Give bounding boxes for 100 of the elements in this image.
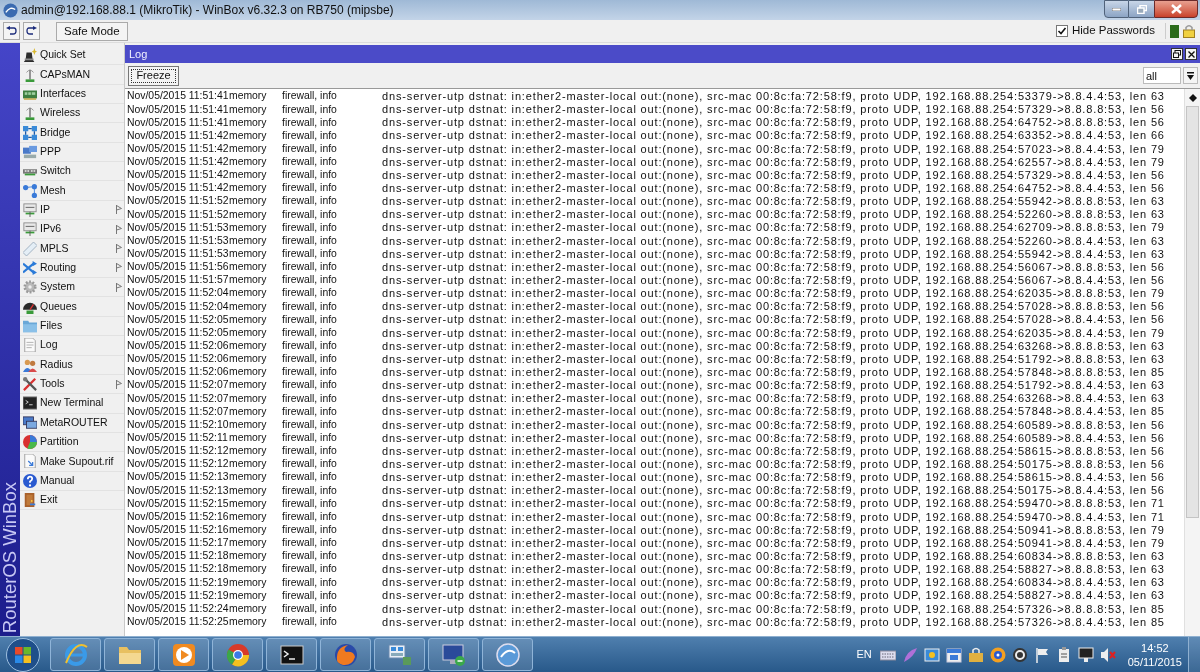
speaker-muted-icon[interactable] [1099,646,1116,663]
log-time: Nov/05/2015 11:52:06 [126,354,229,365]
menu-item[interactable]: Quick Set [20,46,124,66]
log-buffer: memory [229,314,268,326]
menu-item[interactable]: Files [20,316,124,337]
antenna-icon [23,106,37,121]
menu-item[interactable]: Bridge [20,123,124,143]
language-indicator[interactable]: EN [856,646,872,663]
menu-item[interactable]: Make Supout.rif [20,452,124,472]
log-time: Nov/05/2015 11:51:53 [126,235,229,247]
log-message: dns-server-utp dstnat: in:ether2-master-local out:(none), src-mac 00:8c:fa:72:58:f9, proto UDP, 192.168.88.254:57023->8.8.4.4:53, len 79 [382,143,1165,155]
taskbar-app-button[interactable] [320,638,371,671]
menu-item[interactable]: Wireless [20,104,124,124]
freeze-button[interactable]: Freeze [128,65,179,86]
menu-item[interactable]: PPP [20,142,124,163]
log-buffer: memory [229,603,268,615]
filter-field[interactable]: all [1143,67,1181,84]
undo-button[interactable] [3,22,20,40]
mesh-nodes-icon [23,183,37,198]
close-button[interactable] [1185,48,1197,60]
log-message: dns-server-utp dstnat: in:ether2-master-local out:(none), src-mac 00:8c:fa:72:58:f9, proto UDP, 192.168.88.254:57848->8.8.8.8:53, len 85 [382,367,1165,378]
log-message: dns-server-utp dstnat: in:ether2-master-local out:(none), src-mac 00:8c:fa:72:58:f9, proto UDP, 192.168.88.254:53379->8.8.4.4:53, len 63 [382,91,1165,103]
clock[interactable]: 14:52 05/11/2015 [1127,640,1182,669]
menu-item[interactable]: New Terminal [20,394,124,414]
padlock-folder-icon[interactable] [967,646,984,663]
log-message: dns-server-utp dstnat: in:ether2-master-local out:(none), src-mac 00:8c:fa:72:58:f9, proto UDP, 192.168.88.254:62709->8.8.8.8:53, len 79 [382,222,1165,234]
submenu-arrow-icon [116,244,122,254]
log-message: dns-server-utp dstnat: in:ether2-master-local out:(none), src-mac 00:8c:fa:72:58:f9, proto UDP, 192.168.88.254:60834->8.8.8.8:53, len 63 [382,551,1165,562]
log-message: dns-server-utp dstnat: in:ether2-master-local out:(none), src-mac 00:8c:fa:72:58:f9, proto UDP, 192.168.88.254:62035->8.8.4.4:53, len 79 [382,327,1165,339]
menu-item[interactable]: CAPsMAN [20,65,124,85]
taskbar-app-button[interactable] [266,638,317,671]
log-message: dns-server-utp dstnat: in:ether2-master-local out:(none), src-mac 00:8c:fa:72:58:f9, proto UDP, 192.168.88.254:62557->8.8.4.4:53, len 79 [382,156,1165,168]
ring-icon[interactable] [1011,646,1028,663]
menu-item[interactable]: IPv6 [20,220,124,240]
dropdown-button[interactable] [1183,67,1198,84]
taskbar-app-button[interactable] [158,638,209,671]
window-title: admin@192.168.88.1 (MikroTik) - WinBox v6.32.3 on RB750 (mipsbe) [21,2,394,19]
scroll-thumb[interactable] [1186,106,1199,518]
log-buffer: memory [229,235,268,247]
taskbar-app-button[interactable] [482,638,533,671]
document-icon [23,454,37,469]
log-message: dns-server-utp dstnat: in:ether2-master-local out:(none), src-mac 00:8c:fa:72:58:f9, proto UDP, 192.168.88.254:58827->8.8.8.8:53, len 63 [382,564,1165,576]
taskbar-app-button[interactable] [374,638,425,671]
log-buffer: memory [229,380,268,391]
minimize-button[interactable] [1104,0,1129,18]
start-orb-icon[interactable] [6,637,40,672]
menu-item[interactable]: Log [20,336,124,356]
log-topics: firewall, info [282,117,338,129]
label-tag-icon [23,241,37,256]
menu-item[interactable]: MetaROUTER [20,413,124,433]
menu-item[interactable]: IP [20,200,124,221]
log-message: dns-server-utp dstnat: in:ether2-master-local out:(none), src-mac 00:8c:fa:72:58:f9, proto UDP, 192.168.88.254:52260->8.8.4.4:53, len 63 [382,235,1165,247]
menu-item[interactable]: Radius [20,355,124,375]
menu-item[interactable]: Switch [20,162,124,182]
log-time: Nov/05/2015 11:52:24 [126,603,229,615]
log-time: Nov/05/2015 11:51:56 [126,262,229,273]
menu-item[interactable]: Manual [20,471,124,491]
log-topics: firewall, info [282,367,338,378]
log-topics: firewall, info [282,446,338,457]
disc-icon[interactable] [989,646,1006,663]
redo-button[interactable] [23,22,40,40]
menu-item[interactable]: MPLS [20,239,124,259]
log-message: dns-server-utp dstnat: in:ether2-master-local out:(none), src-mac 00:8c:fa:72:58:f9, proto UDP, 192.168.88.254:57326->8.8.4.4:53, len 85 [382,616,1165,628]
log-buffer: memory [229,393,268,404]
browser-icon [333,642,358,667]
log-time: Nov/05/2015 11:52:12 [126,459,229,470]
play-icon [171,642,196,667]
calendar-icon[interactable] [945,646,962,663]
log-buffer: memory [229,262,268,273]
network-monitor-icon[interactable] [1077,646,1094,663]
show-desktop-button[interactable] [1188,637,1200,672]
close-button[interactable] [1154,0,1198,18]
checkbox[interactable] [1055,25,1068,37]
menu-item[interactable]: Routing [20,258,124,279]
log-buffer: memory [229,104,268,115]
taskbar-app-button[interactable] [428,638,479,671]
log-time: Nov/05/2015 11:52:13 [126,485,229,496]
menu-item[interactable]: Exit [20,490,124,511]
log-time: Nov/05/2015 11:52:15 [126,498,229,510]
log-message: dns-server-utp dstnat: in:ether2-master-local out:(none), src-mac 00:8c:fa:72:58:f9, proto UDP, 192.168.88.254:56067->8.8.4.4:53, len 56 [382,275,1165,287]
restore-button[interactable] [1171,48,1183,60]
menu-item[interactable]: System [20,278,124,298]
bridge-arrows-icon [23,125,37,140]
safe-mode-button[interactable]: Safe Mode [56,21,128,41]
menu-item[interactable]: Mesh [20,181,124,201]
log-message: dns-server-utp dstnat: in:ether2-master-local out:(none), src-mac 00:8c:fa:72:58:f9, proto UDP, 192.168.88.254:50941->8.8.4.4:53, len 79 [382,537,1165,549]
menu-item[interactable]: Tools [20,374,124,395]
restore-button[interactable] [1129,0,1154,18]
log-time: Nov/05/2015 11:52:11 [126,433,229,444]
picture-frame-icon[interactable] [923,646,940,663]
menu-item[interactable]: Partition [20,432,124,453]
menu-item[interactable]: Queues [20,297,124,317]
log-time: Nov/05/2015 11:52:07 [126,393,229,404]
log-buffer: memory [229,459,268,470]
flag-icon[interactable] [1033,646,1050,663]
log-buffer: memory [229,485,268,496]
log-topics: firewall, info [282,538,338,549]
log-topics: firewall, info [282,433,338,444]
scroll-top-icon[interactable] [1188,94,1197,102]
menu-item[interactable]: Interfaces [20,84,124,105]
